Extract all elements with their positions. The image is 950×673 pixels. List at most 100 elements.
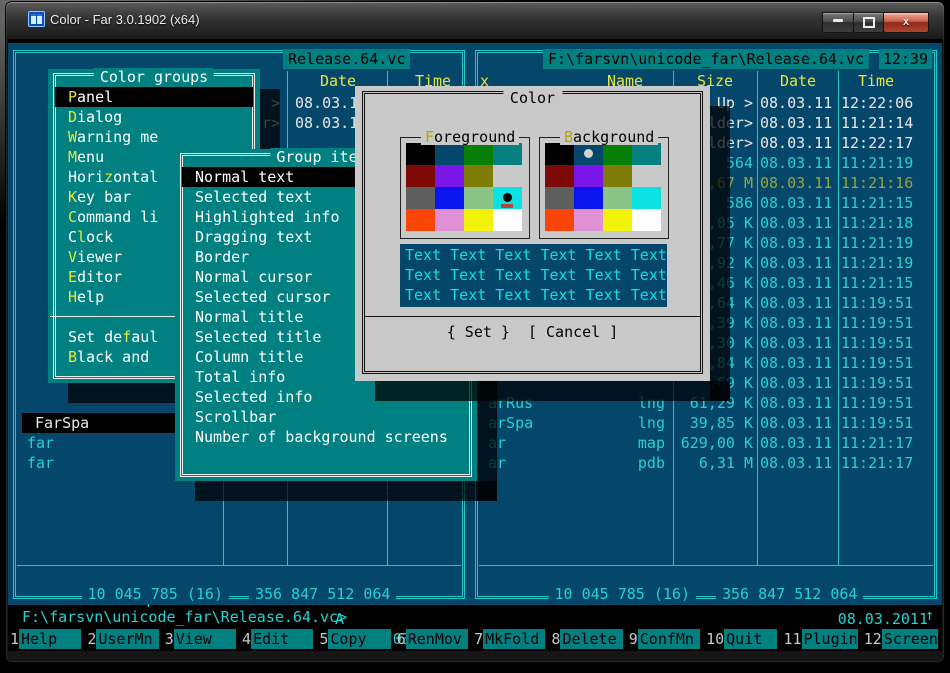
foreground-swatch-13[interactable] bbox=[435, 209, 464, 231]
right-total-bytes: 10 045 785 (16) bbox=[549, 584, 696, 604]
background-swatch-4[interactable] bbox=[545, 165, 574, 187]
fkey-1[interactable]: 1Help bbox=[10, 629, 81, 649]
cell-text: 11:21:15 bbox=[841, 193, 913, 213]
left-panel-title[interactable]: Release.64.vc bbox=[283, 49, 410, 69]
foreground-swatch-10[interactable] bbox=[464, 187, 493, 209]
fkey-label-help[interactable]: Help bbox=[19, 629, 81, 649]
fkey-5[interactable]: 5Copy bbox=[319, 629, 390, 649]
cell-text: Normal title bbox=[195, 308, 303, 326]
fkey-number: 5 bbox=[319, 629, 328, 649]
color-group-item[interactable]: Warning me bbox=[55, 127, 253, 147]
dialog-shadow bbox=[375, 381, 730, 401]
background-swatch-13[interactable] bbox=[574, 209, 603, 231]
foreground-swatch-8[interactable] bbox=[406, 187, 435, 209]
fkey-label-mkfold[interactable]: MkFold bbox=[483, 629, 545, 649]
foreground-swatch-0[interactable] bbox=[406, 143, 435, 165]
foreground-cursor-tick bbox=[501, 204, 513, 208]
foreground-swatch-5[interactable] bbox=[435, 165, 464, 187]
color-group-item[interactable]: Dialog bbox=[55, 107, 253, 127]
cancel-button[interactable]: [ Cancel ] bbox=[528, 323, 618, 341]
fkey-number: 10 bbox=[706, 629, 724, 649]
background-swatch-3[interactable] bbox=[632, 143, 661, 165]
background-swatch-8[interactable] bbox=[545, 187, 574, 209]
fkey-12[interactable]: 12Screen bbox=[864, 629, 938, 649]
cell-text: 12:22:06 bbox=[841, 93, 913, 113]
fkey-label-edit[interactable]: Edit bbox=[251, 629, 313, 649]
cell-text: ommand li bbox=[77, 208, 158, 226]
foreground-swatch-6[interactable] bbox=[464, 165, 493, 187]
background-swatch-0[interactable] bbox=[545, 143, 574, 165]
foreground-swatch-9[interactable] bbox=[435, 187, 464, 209]
foreground-swatch-12[interactable] bbox=[406, 209, 435, 231]
foreground-swatch-2[interactable] bbox=[464, 143, 493, 165]
fkey-number: 2 bbox=[87, 629, 96, 649]
command-line[interactable]: F:\farsvn\unicode_far\Release.64.vc> bbox=[22, 607, 347, 627]
file-row[interactable]: arpdb6,31 M08.03.1111:21:17 bbox=[470, 453, 942, 473]
title-bar[interactable]: Color - Far 3.0.1902 (x64) x bbox=[6, 2, 944, 38]
background-selection-dot bbox=[584, 149, 593, 158]
cell-text: 11:19:51 bbox=[841, 353, 913, 373]
foreground-swatch-7[interactable] bbox=[493, 165, 522, 187]
fkey-10[interactable]: 10Quit bbox=[706, 629, 777, 649]
fkey-label-delete[interactable]: Delete bbox=[560, 629, 622, 649]
cell-text: D bbox=[68, 108, 77, 126]
fkey-2[interactable]: 2UserMn bbox=[87, 629, 158, 649]
cell-text: Normal text bbox=[195, 168, 294, 186]
color-dialog: Color Foreground Background Text Text Te… bbox=[355, 86, 710, 381]
background-swatch-2[interactable] bbox=[603, 143, 632, 165]
background-palette bbox=[545, 143, 661, 231]
close-button[interactable]: x bbox=[883, 12, 929, 33]
background-swatch-7[interactable] bbox=[632, 165, 661, 187]
sample-line: Text Text Text Text Text Text bbox=[405, 245, 667, 265]
background-swatch-5[interactable] bbox=[574, 165, 603, 187]
background-swatch-14[interactable] bbox=[603, 209, 632, 231]
cell-text: ontal bbox=[113, 168, 158, 186]
foreground-swatch-1[interactable] bbox=[435, 143, 464, 165]
fkey-number: 4 bbox=[242, 629, 251, 649]
history-arrow-icon: ↑ bbox=[925, 605, 934, 625]
file-row[interactable]: arSpalng39,85 K08.03.1111:19:51 bbox=[470, 413, 942, 433]
background-swatch-6[interactable] bbox=[603, 165, 632, 187]
file-row[interactable]: armap629,00 K08.03.1111:21:17 bbox=[470, 433, 942, 453]
fkey-label-quit[interactable]: Quit bbox=[724, 629, 777, 649]
fkey-6[interactable]: 6RenMov bbox=[397, 629, 468, 649]
background-swatch-15[interactable] bbox=[632, 209, 661, 231]
foreground-swatch-3[interactable] bbox=[493, 143, 522, 165]
right-panel-title[interactable]: F:\farsvn\unicode_far\Release.64.vc bbox=[543, 49, 869, 69]
background-swatch-10[interactable] bbox=[603, 187, 632, 209]
minimize-button[interactable] bbox=[822, 12, 854, 33]
fkey-label-copy[interactable]: Copy bbox=[328, 629, 390, 649]
fkey-8[interactable]: 8Delete bbox=[551, 629, 622, 649]
foreground-swatch-14[interactable] bbox=[464, 209, 493, 231]
group-item-item[interactable]: Number of background screens bbox=[182, 427, 470, 447]
cell-text: elp bbox=[77, 288, 104, 306]
fkey-label-usermn[interactable]: UserMn bbox=[96, 629, 158, 649]
panel-cursor[interactable]: FarSpa bbox=[22, 413, 175, 433]
maximize-button[interactable] bbox=[853, 12, 884, 33]
fkey-label-renmov[interactable]: RenMov bbox=[406, 629, 468, 649]
cell-text: 11:19:51 bbox=[841, 393, 913, 413]
group-item-item[interactable]: Scrollbar bbox=[182, 407, 470, 427]
fkey-3[interactable]: 3View bbox=[165, 629, 236, 649]
fkey-4[interactable]: 4Edit bbox=[242, 629, 313, 649]
fkey-label-confmn[interactable]: ConfMn bbox=[638, 629, 700, 649]
cell-text: 11:21:19 bbox=[841, 253, 913, 273]
background-swatch-9[interactable] bbox=[574, 187, 603, 209]
set-button[interactable]: { Set } bbox=[447, 323, 510, 341]
cell-text: 08.03.11 bbox=[760, 393, 832, 413]
fkey-7[interactable]: 7MkFold bbox=[474, 629, 545, 649]
fkey-label-view[interactable]: View bbox=[174, 629, 236, 649]
background-swatch-11[interactable] bbox=[632, 187, 661, 209]
background-swatch-12[interactable] bbox=[545, 209, 574, 231]
cell-text: 08.03.11 bbox=[760, 213, 832, 233]
status-separator bbox=[17, 565, 461, 566]
foreground-swatch-4[interactable] bbox=[406, 165, 435, 187]
cell-text: P bbox=[68, 88, 77, 106]
foreground-swatch-15[interactable] bbox=[493, 209, 522, 231]
fkey-11[interactable]: 11Plugin bbox=[783, 629, 857, 649]
fkey-9[interactable]: 9ConfMn bbox=[629, 629, 700, 649]
fkey-label-screen[interactable]: Screen bbox=[882, 629, 938, 649]
cell-text: Selected title bbox=[195, 328, 321, 346]
fkey-label-plugin[interactable]: Plugin bbox=[802, 629, 858, 649]
color-group-item[interactable]: Panel bbox=[55, 87, 253, 107]
